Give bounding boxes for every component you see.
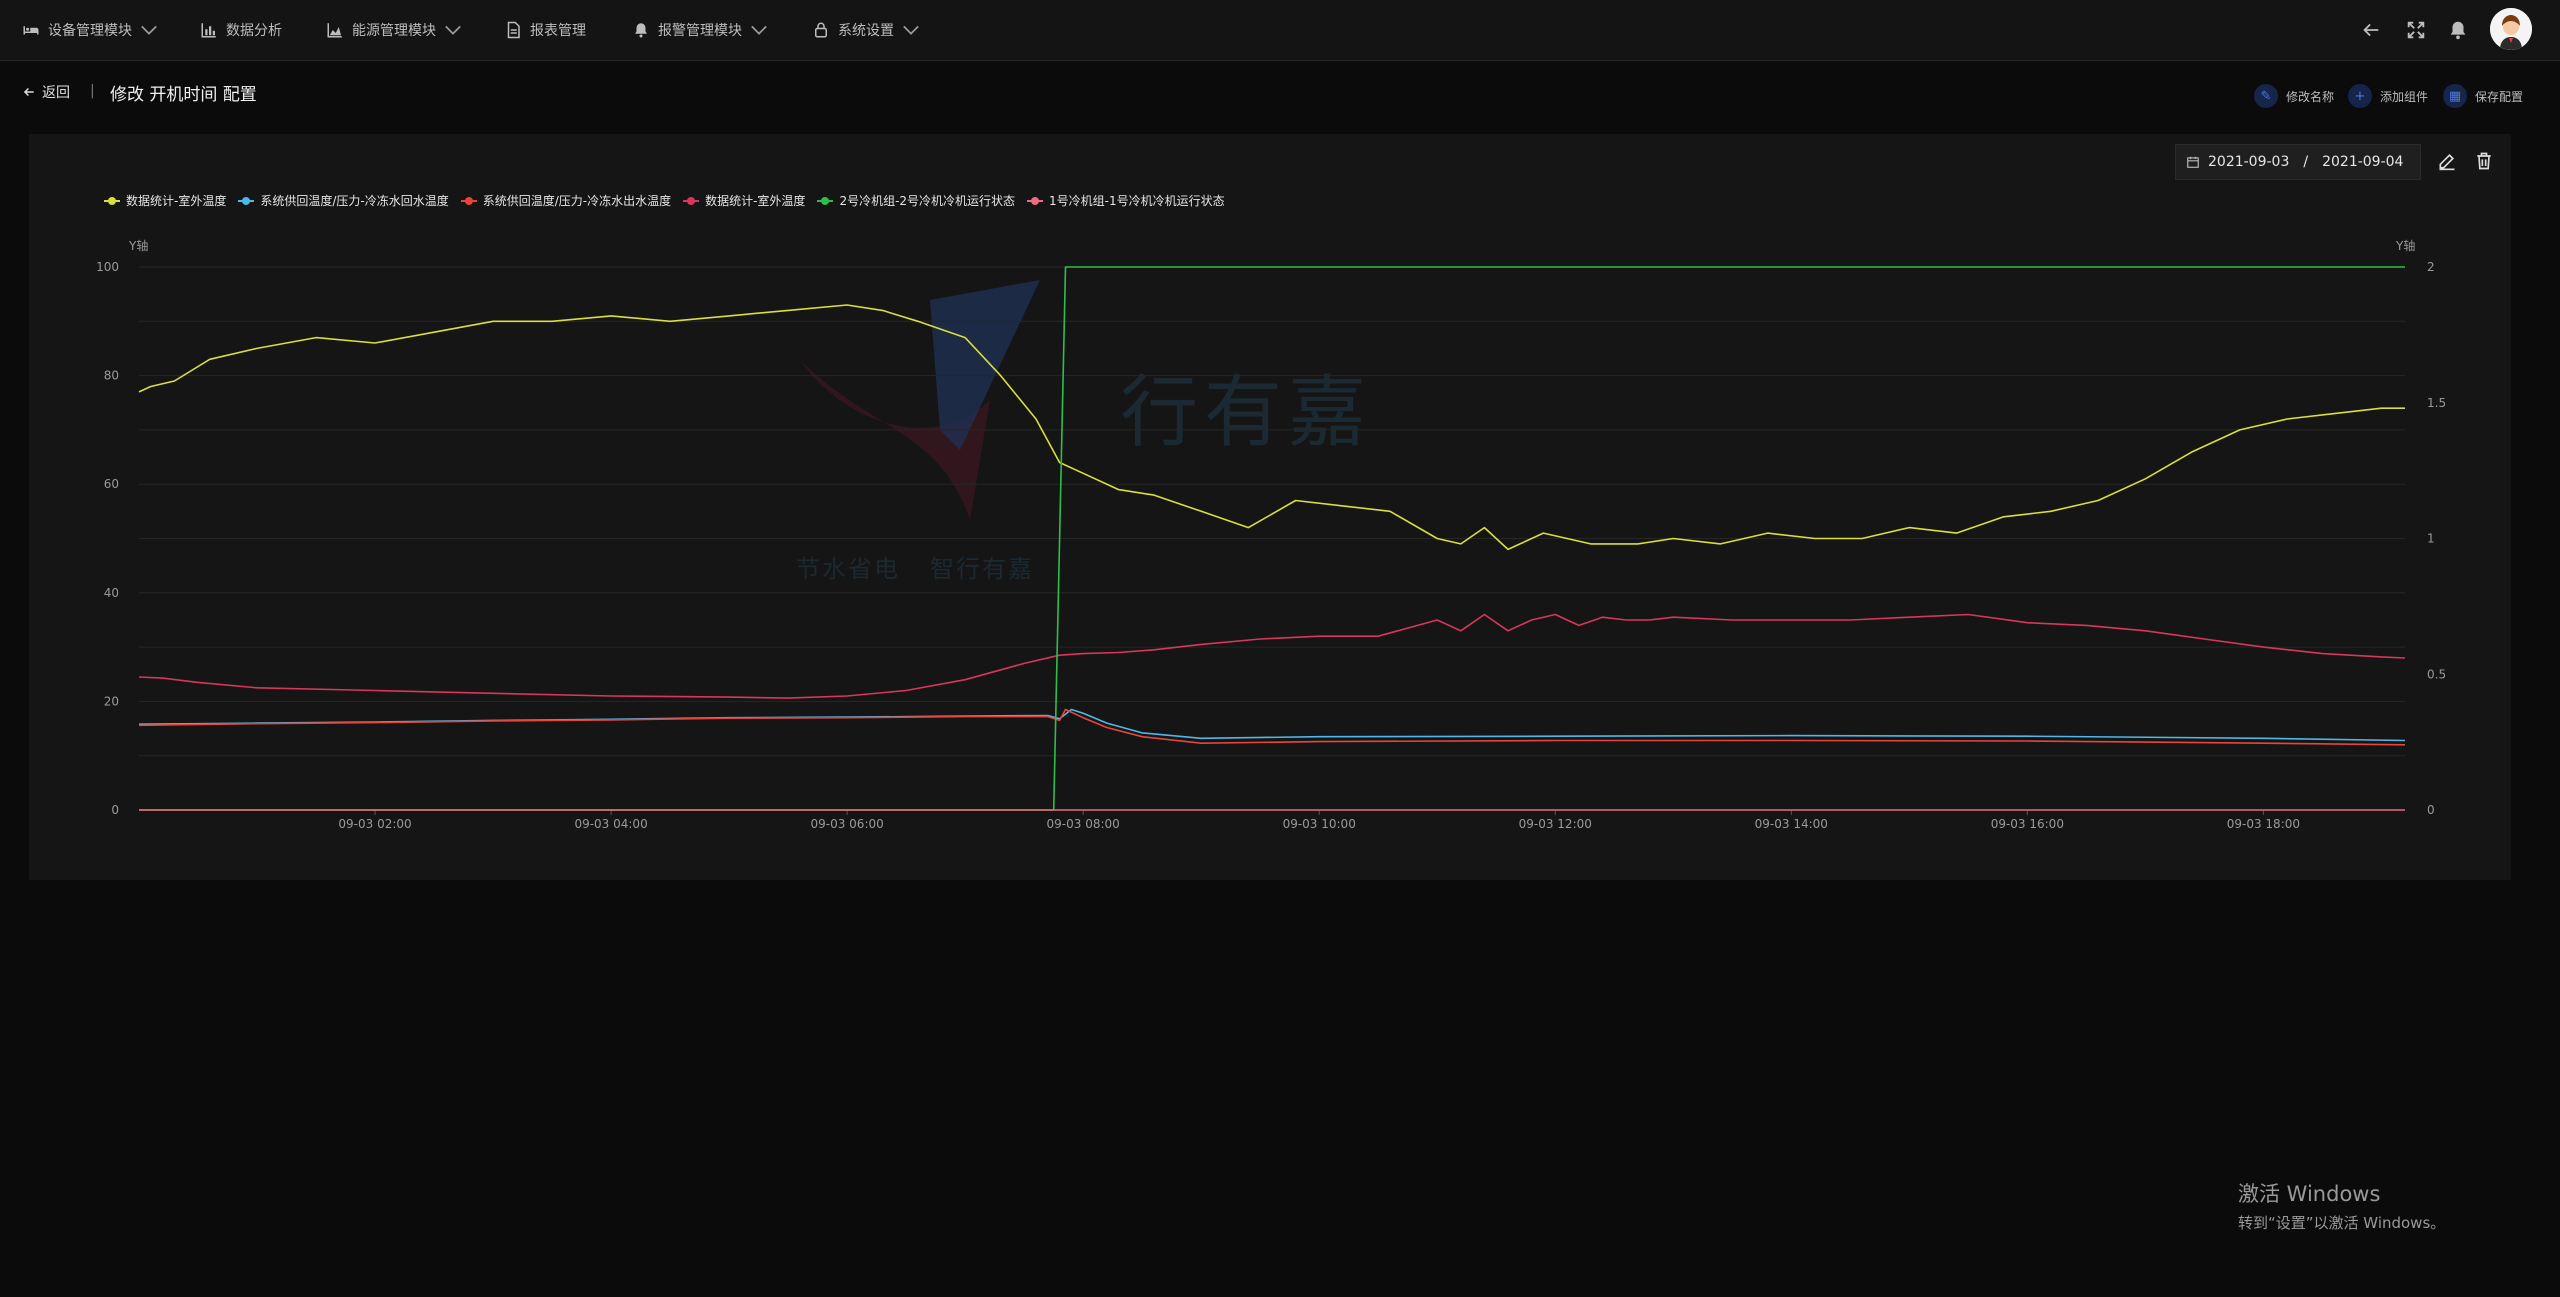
x-tick-label: 09-03 16:00 xyxy=(1991,817,2064,831)
y-tick-label-left: 20 xyxy=(104,694,119,708)
x-tick-label: 09-03 06:00 xyxy=(810,817,883,831)
y-tick-label-right: 1.5 xyxy=(2427,396,2446,410)
right-axis-title: Y轴 xyxy=(2395,238,2415,253)
left-axis-title: Y轴 xyxy=(128,238,148,253)
x-tick-label: 09-03 04:00 xyxy=(574,817,647,831)
line-chart: 0 20 40 60 80 100 0 0.5 1 1.5 2 09-03 02:00 09-03 04… xyxy=(96,238,2446,831)
y-tick-label-left: 80 xyxy=(104,369,119,383)
x-tick-label: 09-03 12:00 xyxy=(1519,817,1592,831)
y-tick-label-left: 0 xyxy=(111,803,119,817)
y-tick-label-right: 0.5 xyxy=(2427,667,2446,681)
x-tick-label: 09-03 14:00 xyxy=(1755,817,1828,831)
series-line-3 xyxy=(138,613,2406,699)
series-line-1 xyxy=(138,708,2406,742)
y-tick-label-right: 1 xyxy=(2427,532,2435,546)
y-tick-label-right: 0 xyxy=(2427,803,2435,817)
y-tick-label-right: 2 xyxy=(2427,260,2435,274)
x-tick-label: 09-03 02:00 xyxy=(338,817,411,831)
x-tick-label: 09-03 10:00 xyxy=(1283,817,1356,831)
windows-activation-notice: 激活 Windows 转到“设置”以激活 Windows。 xyxy=(2238,1182,2446,1232)
y-tick-label-left: 100 xyxy=(96,260,119,274)
series-line-2 xyxy=(138,708,2406,746)
x-tick-label: 09-03 18:00 xyxy=(2227,817,2300,831)
series-line-0 xyxy=(138,304,2405,551)
y-tick-label-left: 60 xyxy=(104,477,119,491)
y-tick-label-left: 40 xyxy=(104,586,119,600)
x-tick-label: 09-03 08:00 xyxy=(1047,817,1120,831)
